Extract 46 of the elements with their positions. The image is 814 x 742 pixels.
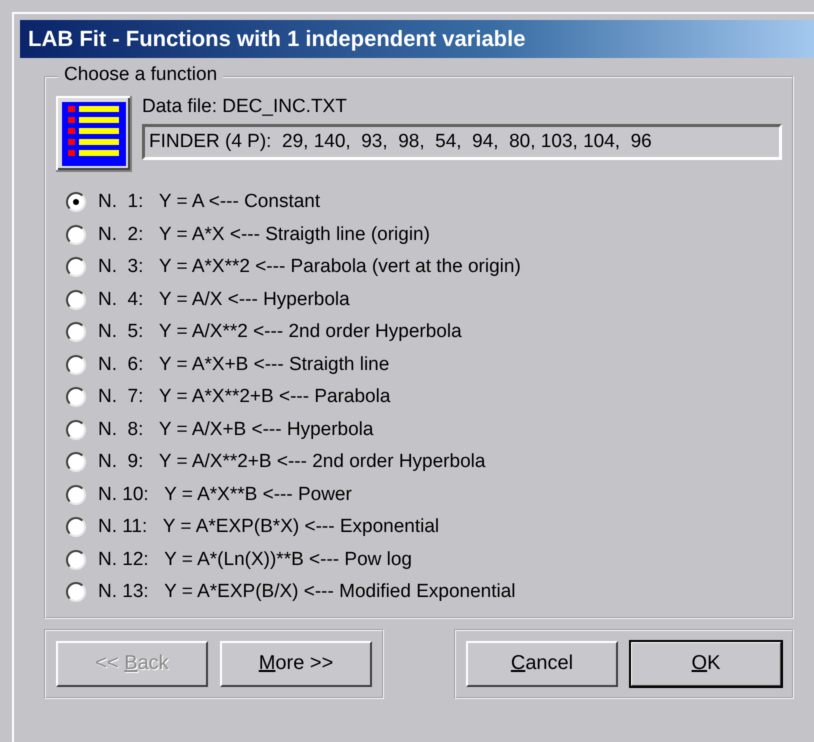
function-option[interactable]: N. 1: Y = A <--- Constant xyxy=(56,186,782,218)
option-label: N. 8: Y = A/X+B <--- Hyperbola xyxy=(98,418,374,441)
option-label: N. 2: Y = A*X <--- Straigth line (origin) xyxy=(98,224,430,246)
function-option[interactable]: N. 8: Y = A/X+B <--- Hyperbola xyxy=(56,414,782,446)
radio-button[interactable] xyxy=(66,387,86,408)
window-title: LAB Fit - Functions with 1 independent variable xyxy=(28,26,526,52)
radio-button[interactable] xyxy=(66,420,86,440)
radio-button[interactable] xyxy=(66,354,86,375)
option-label: N. 9: Y = A/X**2+B <--- 2nd order Hyperbola xyxy=(98,451,486,474)
radio-button[interactable] xyxy=(66,452,86,472)
radio-button[interactable] xyxy=(66,582,86,602)
function-option[interactable]: N. 11: Y = A*EXP(B*X) <--- Exponential xyxy=(56,511,782,544)
radio-button[interactable] xyxy=(66,192,86,212)
function-option[interactable]: N. 2: Y = A*X <--- Straigth line (origin) xyxy=(56,218,782,251)
function-option[interactable]: N. 7: Y = A*X**2+B <--- Parabola xyxy=(56,381,782,414)
function-option[interactable]: N. 9: Y = A/X**2+B <--- 2nd order Hyperbola xyxy=(56,446,782,478)
ok-button[interactable]: OK xyxy=(630,640,782,686)
radio-button[interactable] xyxy=(66,322,86,342)
function-option[interactable]: N. 3: Y = A*X**2 <--- Parabola (vert at the origin) xyxy=(56,251,782,284)
radio-button[interactable] xyxy=(66,484,86,505)
radio-button[interactable] xyxy=(66,517,86,538)
finder-field: FINDER (4 P): 29, 140, 93, 98, 54, 94, 80, 103, 104, 96 xyxy=(142,124,782,160)
radio-button[interactable] xyxy=(66,550,86,570)
function-option[interactable]: N. 10: Y = A*X**B <--- Power xyxy=(56,478,782,511)
option-label: N. 7: Y = A*X**2+B <--- Parabola xyxy=(98,386,390,408)
more-button[interactable]: More >> xyxy=(220,640,372,686)
list-icon xyxy=(56,96,132,172)
option-label: N. 5: Y = A/X**2 <--- 2nd order Hyperbola xyxy=(98,321,462,344)
function-option[interactable]: N. 5: Y = A/X**2 <--- 2nd order Hyperbola xyxy=(56,316,782,348)
radio-button[interactable] xyxy=(66,290,86,310)
option-label: N. 13: Y = A*EXP(B/X) <--- Modified Exponential xyxy=(98,581,516,604)
radio-button[interactable] xyxy=(66,224,86,245)
function-option[interactable]: N. 12: Y = A*(Ln(X))**B <--- Pow log xyxy=(56,544,782,576)
option-label: N. 11: Y = A*EXP(B*X) <--- Exponential xyxy=(98,516,440,538)
function-option[interactable]: N. 6: Y = A*X+B <--- Straigth line xyxy=(56,348,782,381)
radio-button[interactable] xyxy=(66,257,86,278)
option-label: N. 1: Y = A <--- Constant xyxy=(98,191,320,214)
option-label: N. 6: Y = A*X+B <--- Straigth line xyxy=(98,354,390,376)
option-label: N. 3: Y = A*X**2 <--- Parabola (vert at the origin) xyxy=(98,256,521,278)
option-label: N. 12: Y = A*(Ln(X))**B <--- Pow log xyxy=(98,548,412,571)
function-option[interactable]: N. 13: Y = A*EXP(B/X) <--- Modified Exponential xyxy=(56,576,782,608)
option-label: N. 4: Y = A/X <--- Hyperbola xyxy=(98,288,350,311)
cancel-button[interactable]: Cancel xyxy=(466,640,618,686)
data-file-label: Data file: DEC_INC.TXT xyxy=(142,96,348,118)
function-option[interactable]: N. 4: Y = A/X <--- Hyperbola xyxy=(56,284,782,316)
option-label: N. 10: Y = A*X**B <--- Power xyxy=(98,484,352,506)
